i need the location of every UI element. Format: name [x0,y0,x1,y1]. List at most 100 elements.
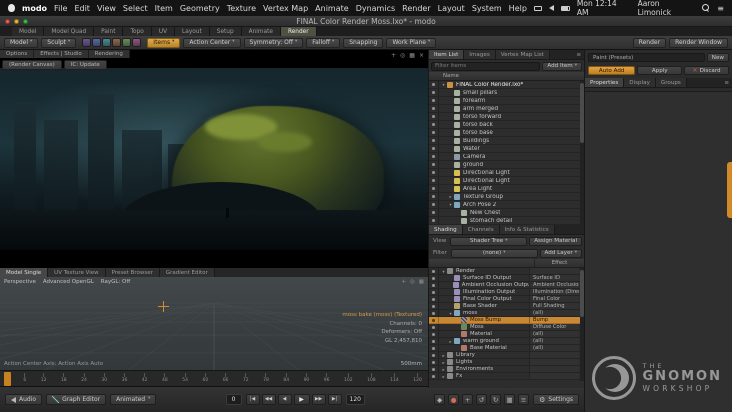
snapping-button[interactable]: Snapping [343,37,384,48]
item-list-row[interactable]: torso forward [429,113,584,121]
menubar-item[interactable]: Dynamics [356,4,395,13]
work-plane-dropdown[interactable]: Work Plane ▾ [386,37,437,48]
action-center-dropdown[interactable]: Action Center ▾ [183,37,241,48]
layout-tab[interactable]: Model [12,27,45,36]
layer-effect[interactable]: Ambient Occlusion [529,282,579,288]
shader-tree-row[interactable]: ▸ Environments [429,366,584,373]
orbit-view-icon[interactable]: ◎ [400,52,405,59]
discard-button[interactable]: × Discard [684,66,729,75]
layer-effect[interactable] [529,352,579,358]
grid-toggle-icon[interactable]: ▦ [419,279,424,285]
menubar-item[interactable]: Layout [438,4,465,13]
layout-tab[interactable]: Topo [123,27,152,36]
shader-tree-row[interactable]: ▾ Render [429,268,584,275]
visibility-eye-icon[interactable] [429,310,439,316]
visibility-eye-icon[interactable] [429,169,439,176]
visibility-eye-icon[interactable] [429,296,439,302]
add-key-icon[interactable]: + [462,394,474,405]
item-list-row[interactable]: Buildings [429,137,584,145]
visibility-eye-icon[interactable] [429,289,439,295]
new-preset-button[interactable]: New [706,53,729,62]
panel-menu-icon[interactable]: ≡ [724,80,729,86]
render-window-button[interactable]: Render Window [669,37,728,48]
menubar-user[interactable]: Aaron Limonick [638,0,696,17]
menubar-item[interactable]: Item [155,4,173,13]
render-preview-viewport[interactable]: Options Effects | Studio Rendering (Render… [0,50,428,268]
shader-tree-row[interactable]: ▸ Fx [429,373,584,380]
layer-effect[interactable]: Illumination (Direct) [529,289,579,295]
autokey-icon[interactable]: ● [448,394,460,405]
layer-effect[interactable] [529,268,579,274]
shader-tree-row[interactable]: ▸ warm ground (all) [429,338,584,345]
shader-tree-view-dropdown[interactable]: Shader Tree ▾ [450,236,528,246]
visibility-eye-icon[interactable] [429,153,439,160]
add-item-button[interactable]: Add Item ▾ [542,61,582,71]
notification-center-icon[interactable]: ≡ [717,4,724,13]
menubar-item[interactable]: Vertex Map [263,4,308,13]
preset-name-label[interactable]: Paint (Presets) [588,53,705,62]
layer-effect[interactable]: Surface ID [529,275,579,281]
shader-tree-row[interactable]: Base Shader Full Shading [429,303,584,310]
properties-tab[interactable]: Display [624,78,656,87]
expand-arrow-icon[interactable]: ▸ [447,339,454,344]
visibility-eye-icon[interactable] [429,209,439,216]
shader-tree-row[interactable]: Moss Diffuse Color [429,324,584,331]
expand-arrow-icon[interactable]: ▸ [440,360,447,365]
expand-arrow-icon[interactable]: ▸ [440,353,447,358]
visibility-eye-icon[interactable] [429,366,439,372]
item-list-tab[interactable]: Vertex Map List [495,50,550,59]
camera-view-dropdown[interactable]: Perspective [4,279,36,285]
layout-tab[interactable]: Model Quad [44,27,95,36]
layer-effect[interactable]: Diffuse Color [529,324,579,330]
menubar-item[interactable]: System [472,4,502,13]
falloff-dropdown[interactable]: Falloff ▾ [306,37,341,48]
item-list-row[interactable]: New Chest [429,209,584,217]
shading-tab[interactable]: Info & Statistics [499,225,555,234]
shader-tree-row[interactable]: Final Color Output Final Color [429,296,584,303]
audio-button[interactable]: Audio [5,394,43,405]
items-mode-button[interactable]: Items ▾ [147,37,181,48]
display-status-icon[interactable] [533,5,542,11]
visibility-eye-icon[interactable] [429,282,439,288]
redo-icon[interactable]: ↻ [490,394,502,405]
add-layer-button[interactable]: Add Layer ▾ [539,248,582,258]
expand-arrow-icon[interactable]: ▾ [440,82,447,87]
item-list-tab[interactable]: Item List [429,50,465,59]
layer-effect[interactable]: (all) [529,338,579,344]
visibility-eye-icon[interactable] [429,121,439,128]
center-tool-icon[interactable] [122,38,132,47]
effect-column-header[interactable]: Effect [534,259,584,267]
assign-material-button[interactable]: Assign Material [529,236,582,246]
shader-tree-row[interactable]: Moss Bump Bump [429,317,584,324]
timeline-playhead[interactable] [4,372,11,386]
menubar-item[interactable]: Render [402,4,430,13]
item-list-row[interactable]: ▸ Texture Group [429,193,584,201]
window-titlebar[interactable]: FINAL Color Render Moss.lxo* - modo [0,16,732,27]
layout-tab[interactable]: Paint [94,27,124,36]
zoom-window-button[interactable] [23,19,28,24]
visibility-eye-icon[interactable] [429,145,439,152]
spotlight-search-icon[interactable] [702,4,710,12]
expand-arrow-icon[interactable]: ▸ [447,194,454,199]
visibility-eye-icon[interactable] [429,81,439,88]
pivot-tool-icon[interactable] [132,38,142,47]
visibility-eye-icon[interactable] [429,373,439,379]
visibility-eye-icon[interactable] [429,352,439,358]
visibility-eye-icon[interactable] [429,201,439,208]
close-icon[interactable]: × [419,52,424,59]
visibility-eye-icon[interactable] [429,137,439,144]
step-back-button[interactable]: ◀ [277,394,292,405]
model-viewport-tab[interactable]: Preset Browser [105,268,160,277]
play-button[interactable]: ▶ [293,394,310,405]
model-viewport-tab[interactable]: UV Texture View [48,268,106,277]
item-list-row[interactable]: small pillars [429,89,584,97]
key-icon[interactable]: ◆ [434,394,446,405]
item-list-row[interactable]: torso back [429,121,584,129]
panel-menu-icon[interactable]: ≡ [576,52,581,58]
app-menu[interactable]: modo [22,4,47,13]
visibility-eye-icon[interactable] [429,345,439,351]
visibility-eye-icon[interactable] [429,268,439,274]
model-viewport[interactable]: Perspective Advanced OpenGL RayGL: Off +… [0,277,428,370]
tool-handle-crosshair[interactable] [158,301,169,312]
menubar-item[interactable]: Edit [74,4,90,13]
